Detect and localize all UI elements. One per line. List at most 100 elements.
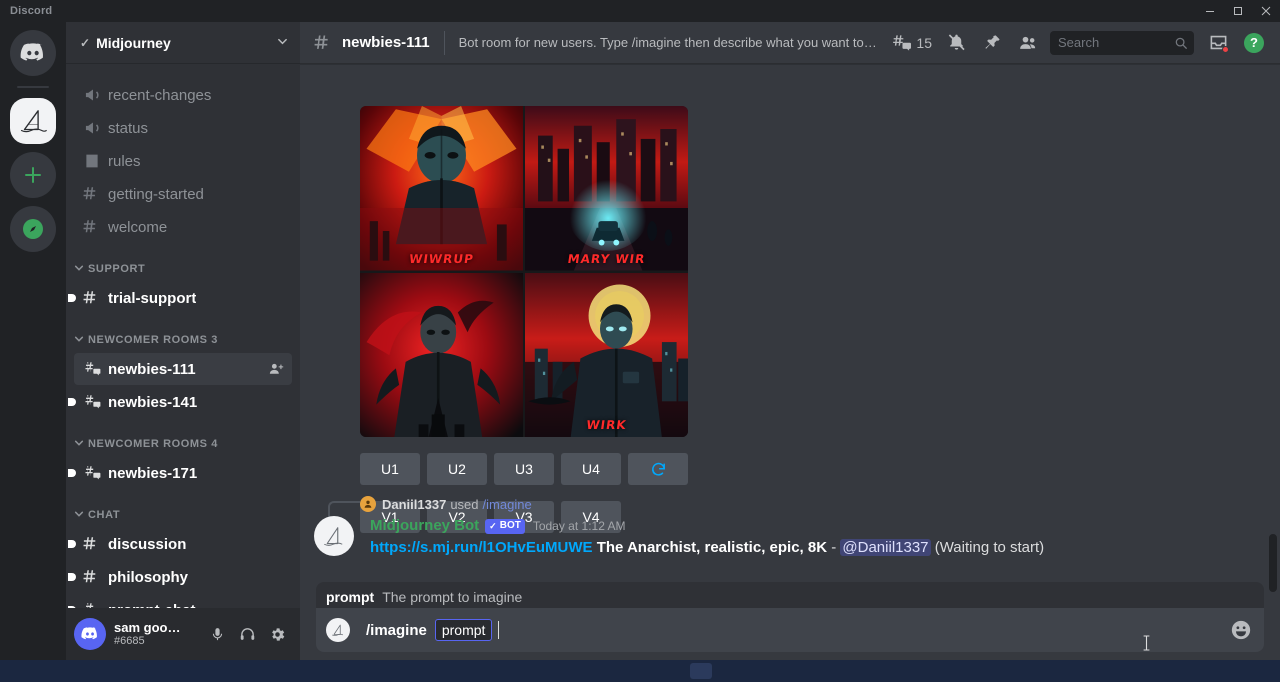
interaction-username[interactable]: Daniil1337 (382, 497, 446, 512)
sidebar-channel-status[interactable]: status (74, 112, 292, 144)
compass-icon (21, 217, 45, 241)
user-discriminator: #6685 (114, 635, 202, 648)
guild-header[interactable]: ✓ Midjourney (66, 22, 300, 64)
sidebar-channel-rules[interactable]: rules (74, 145, 292, 177)
emoji-icon[interactable] (1228, 617, 1254, 643)
category-chevron-icon (74, 438, 84, 450)
sidebar-channel-welcome[interactable]: welcome (74, 211, 292, 243)
sidebar-channel-discussion[interactable]: discussion (74, 528, 292, 560)
channel-list[interactable]: recent-changes status rules getting-started… (66, 64, 300, 608)
channel-category-newcomer-rooms-4[interactable]: NEWCOMER ROOMS 4 (66, 432, 300, 456)
user-panel: sam good... #6685 (66, 608, 300, 660)
threads-button[interactable]: 15 (892, 33, 932, 52)
window-controls (1196, 0, 1280, 22)
help-button[interactable]: ? (1239, 28, 1269, 58)
gear-icon[interactable] (262, 619, 292, 649)
message-scrollbar[interactable] (1264, 64, 1280, 605)
message-separator: - (831, 539, 836, 556)
grid-caption-1: WIWRUP (360, 253, 523, 265)
sidebar-channel-prompt-chat[interactable]: prompt-chat (74, 594, 292, 608)
maximize-button[interactable] (1224, 0, 1252, 22)
explore-servers-button[interactable] (10, 206, 56, 252)
search-input[interactable]: Search (1050, 31, 1194, 55)
interaction-command[interactable]: /imagine (483, 497, 532, 512)
pinned-messages-icon[interactable] (977, 28, 1007, 58)
rail-divider (17, 86, 49, 88)
grid-image-2[interactable]: MARY WIR (525, 106, 688, 271)
composer-option-label: prompt (442, 622, 486, 638)
server-rail (0, 22, 66, 660)
server-icon-midjourney[interactable] (10, 98, 56, 144)
message-composer[interactable]: /imagine prompt (316, 608, 1264, 652)
category-label: SUPPORT (88, 263, 145, 275)
threads-count: 15 (916, 35, 932, 51)
notifications-muted-icon[interactable] (941, 28, 971, 58)
thread-channel-icon (83, 360, 101, 378)
bot-avatar[interactable] (314, 516, 354, 556)
grid-image-1[interactable]: WIWRUP (360, 106, 523, 271)
sidebar-channel-newbies-141[interactable]: newbies-141 (74, 386, 292, 418)
interaction-line: Daniil1337 used /imagine (360, 496, 532, 512)
channel-name: status (108, 120, 148, 137)
upscale-button-u3[interactable]: U3 (494, 453, 554, 485)
search-placeholder: Search (1058, 35, 1174, 50)
home-button[interactable] (10, 30, 56, 76)
upscale-button-u2[interactable]: U2 (427, 453, 487, 485)
grid-image-3[interactable] (360, 273, 523, 438)
grid-caption-4: WIRK (525, 419, 688, 431)
sidebar-channel-newbies-111[interactable]: newbies-111 (74, 353, 292, 385)
text-caret (498, 621, 499, 639)
channel-category-chat[interactable]: CHAT (66, 503, 300, 527)
member-list-icon[interactable] (1013, 28, 1043, 58)
header-actions: 15 (890, 28, 1272, 58)
taskbar-item[interactable] (690, 663, 712, 679)
image-grid[interactable]: WIWRUP (360, 106, 688, 437)
sidebar-channel-recent-changes[interactable]: recent-changes (74, 79, 292, 111)
channel-name: recent-changes (108, 87, 211, 104)
interaction-used-text: used (450, 497, 478, 512)
add-server-button[interactable] (10, 152, 56, 198)
grid-image-4[interactable]: WIRK (525, 273, 688, 438)
composer-option-chip[interactable]: prompt (435, 619, 493, 641)
scrollbar-thumb[interactable] (1269, 534, 1277, 592)
channel-name: philosophy (108, 569, 188, 586)
message-link[interactable]: https://s.mj.run/l1OHvEuMUWE (370, 539, 593, 556)
username: sam good... (114, 620, 186, 635)
headset-icon[interactable] (232, 619, 262, 649)
bot-username[interactable]: Midjourney Bot (370, 516, 479, 536)
sidebar-channel-newbies-171[interactable]: newbies-171 (74, 457, 292, 489)
chevron-down-icon (277, 36, 288, 50)
text-channel-icon (83, 185, 101, 203)
bot-badge-label: BOT (500, 516, 521, 536)
thread-channel-icon (83, 393, 101, 411)
microphone-icon[interactable] (202, 619, 232, 649)
thread-channel-icon (314, 33, 334, 53)
user-mention[interactable]: @Daniil1337 (840, 539, 930, 556)
channel-category-support[interactable]: SUPPORT (66, 257, 300, 281)
close-button[interactable] (1252, 0, 1280, 22)
guild-name: Midjourney (96, 35, 277, 51)
channel-category-newcomer-rooms-3[interactable]: NEWCOMER ROOMS 3 (66, 328, 300, 352)
sidebar-channel-philosophy[interactable]: philosophy (74, 561, 292, 593)
reroll-button[interactable] (628, 453, 688, 485)
minimize-button[interactable] (1196, 0, 1224, 22)
bot-message-text: https://s.mj.run/l1OHvEuMUWE The Anarchi… (370, 538, 1044, 558)
channel-header: newbies-111 Bot room for new users. Type… (300, 22, 1280, 64)
add-member-icon[interactable] (268, 361, 284, 377)
channel-name: rules (108, 153, 141, 170)
sidebar-channel-getting-started[interactable]: getting-started (74, 178, 292, 210)
header-divider (444, 31, 445, 55)
user-info[interactable]: sam good... #6685 (114, 620, 202, 648)
hint-option-name: prompt (326, 589, 374, 605)
sidebar-channel-trial-support[interactable]: trial-support (74, 282, 292, 314)
upscale-button-u1[interactable]: U1 (360, 453, 420, 485)
bot-badge: ✓ BOT (485, 519, 525, 534)
avatar[interactable] (74, 618, 106, 650)
inbox-icon[interactable] (1203, 28, 1233, 58)
upscale-button-u4[interactable]: U4 (561, 453, 621, 485)
unread-indicator (68, 398, 76, 406)
announcement-channel-icon (83, 119, 101, 137)
category-label: NEWCOMER ROOMS 3 (88, 334, 218, 346)
channel-icon (82, 464, 102, 482)
unread-indicator (68, 294, 76, 302)
